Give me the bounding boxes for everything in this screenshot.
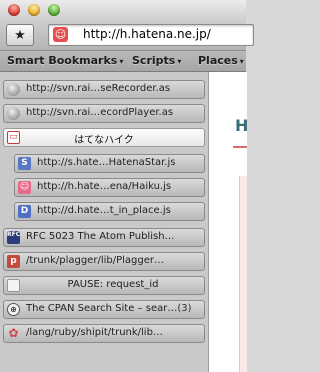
bookmark-button[interactable]: ★ [6,24,34,46]
bookmarks-menu-smart-bookmarks[interactable]: Smart Bookmarks ▾ [7,54,123,67]
bookmarks-bar: Smart Bookmarks ▾ Scripts ▾ Places ▾ [0,51,246,72]
content-panel [239,176,247,372]
address-bar[interactable]: ☺ http://h.hatena.ne.jp/ [48,24,254,46]
browser-toolbar: ★ ☺ http://h.hatena.ne.jp/ [0,20,254,51]
sidebar-folder-hatena-haiku[interactable]: ▭ はてなハイク [3,128,205,147]
bookmarks-sidebar: http://svn.rai…seRecorder.as http://svn.… [0,72,208,372]
chevron-down-icon: ▾ [119,57,124,66]
minimize-window-button[interactable] [28,4,40,16]
flower-icon: ✿ [8,326,19,340]
rfc-icon: RFC [7,231,20,244]
window-title-bar [0,0,246,20]
chevron-down-icon: ▾ [239,57,244,66]
sidebar-item[interactable]: http://svn.rai…ecordPlayer.as [3,104,205,123]
item-count-badge: (3) [177,303,192,314]
bookmarks-menu-label: Places [198,54,238,67]
sidebar-item[interactable]: ⊕ The CPAN Search Site – sear…(3) [3,300,205,319]
star-icon: ★ [14,27,26,43]
sidebar-item[interactable]: ☺ http://h.hate…ena/Haiku.js [14,178,205,197]
divider [233,146,247,148]
plagger-icon: p [7,255,20,268]
bookmarks-menu-scripts[interactable]: Scripts ▾ [132,54,181,67]
web-page-content: H [208,72,247,372]
site-favicon-icon: ☺ [53,27,68,42]
sidebar-item[interactable]: p /trunk/plagger/lib/Plagger… [3,252,205,271]
bookmarks-menu-label: Smart Bookmarks [7,54,118,67]
sidebar-item-label: http://s.hate…HatenaStar.js [37,157,176,168]
sidebar-item-label: The CPAN Search Site – sear…(3) [26,303,200,314]
folder-icon: ▭ [7,131,20,144]
page-heading-fragment: H [235,116,247,135]
sidebar-item[interactable]: RFC RFC 5023 The Atom Publish… [3,228,205,247]
globe-icon [7,107,20,120]
sidebar-item-label: http://d.hate…t_in_place.js [37,205,171,216]
pause-icon [7,279,20,292]
haiku-icon: ☺ [18,181,31,194]
sidebar-item-label: /lang/ruby/shipit/trunk/lib… [26,327,163,338]
sidebar-item[interactable]: ✿ /lang/ruby/shipit/trunk/lib… [3,324,205,343]
cpan-icon: ⊕ [7,303,20,316]
sidebar-item-label: http://svn.rai…ecordPlayer.as [26,107,174,118]
bookmarks-menu-places[interactable]: Places ▾ [198,54,244,67]
sidebar-item-label: http://h.hate…ena/Haiku.js [37,181,172,192]
sidebar-folder-label: はてなハイク [74,135,134,146]
zoom-window-button[interactable] [48,4,60,16]
sidebar-item[interactable]: S http://s.hate…HatenaStar.js [14,154,205,173]
sidebar-item-label: PAUSE: request_id [67,279,159,290]
sidebar-item-label: RFC 5023 The Atom Publish… [26,231,175,242]
chevron-down-icon: ▾ [177,57,182,66]
sidebar-item-title: The CPAN Search Site – sear… [26,303,178,314]
sidebar-item-label: /trunk/plagger/lib/Plagger… [26,255,164,266]
hatena-star-icon: S [18,157,31,170]
sidebar-item[interactable]: D http://d.hate…t_in_place.js [14,202,205,221]
sidebar-item[interactable]: PAUSE: request_id [3,276,205,295]
url-text[interactable]: http://h.hatena.ne.jp/ [83,27,211,41]
hatena-diary-icon: D [18,205,31,218]
globe-icon [7,83,20,96]
bookmarks-menu-label: Scripts [132,54,176,67]
close-window-button[interactable] [8,4,20,16]
sidebar-item[interactable]: http://svn.rai…seRecorder.as [3,80,205,99]
sidebar-item-label: http://svn.rai…seRecorder.as [26,83,171,94]
